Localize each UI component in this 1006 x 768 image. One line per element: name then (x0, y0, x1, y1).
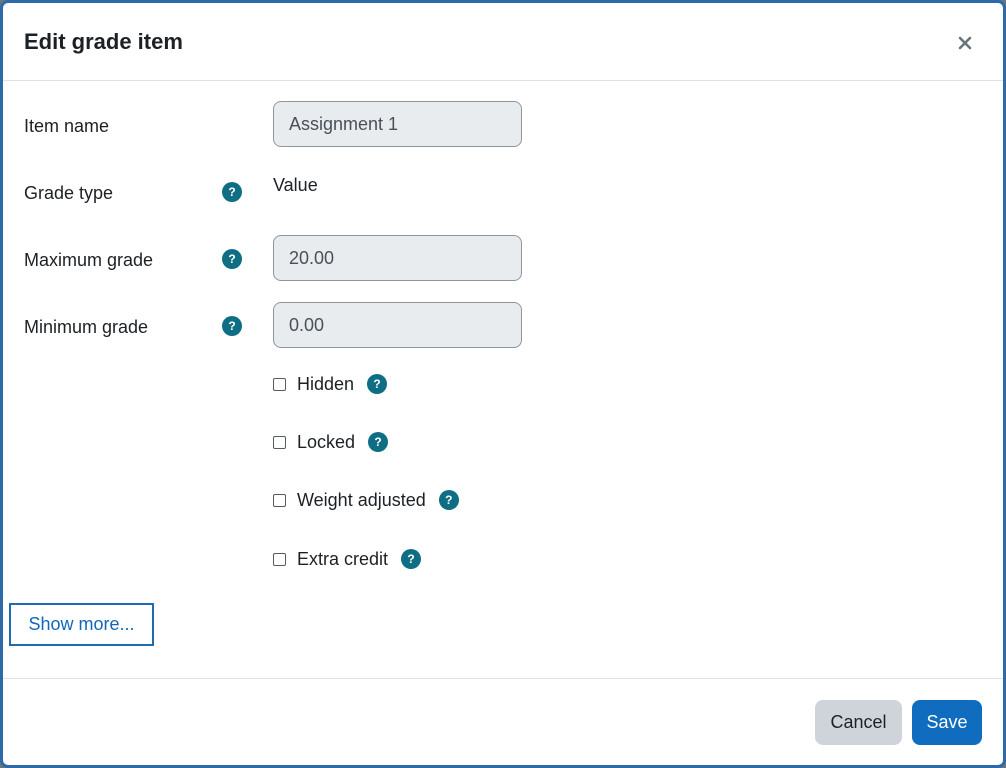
grade-type-value: Value (273, 175, 318, 195)
item-name-field[interactable] (273, 101, 522, 147)
cancel-button[interactable]: Cancel (815, 700, 902, 745)
maximum-grade-field[interactable] (273, 235, 522, 281)
maximum-grade-help-icon[interactable]: ? (222, 249, 242, 269)
save-button[interactable]: Save (912, 700, 982, 745)
maximum-grade-label: Maximum grade (24, 250, 154, 270)
weight-adjusted-help-icon[interactable]: ? (438, 490, 459, 510)
minimum-grade-help-icon[interactable]: ? (222, 316, 242, 336)
hidden-checkbox-row: Hidden ? (273, 372, 388, 396)
close-icon (953, 31, 977, 55)
locked-checkbox-row: Locked ? (273, 430, 389, 454)
weight-adjusted-checkbox-row: Weight adjusted ? (273, 488, 459, 512)
grade-type-label: Grade type (24, 183, 114, 203)
extra-credit-checkbox[interactable] (273, 552, 286, 566)
grade-type-help-icon[interactable]: ? (222, 182, 242, 202)
dialog-header: Edit grade item (3, 3, 1003, 81)
locked-checkbox[interactable] (273, 435, 286, 449)
hidden-checkbox-label[interactable]: Hidden (297, 374, 354, 395)
locked-checkbox-label[interactable]: Locked (297, 432, 355, 453)
close-button[interactable] (953, 31, 977, 55)
edit-grade-item-dialog: Edit grade item Item name Grade type ? V… (0, 0, 1006, 768)
extra-credit-checkbox-label[interactable]: Extra credit (297, 549, 388, 570)
extra-credit-help-icon[interactable]: ? (401, 549, 422, 569)
dialog-title: Edit grade item (24, 29, 183, 54)
minimum-grade-label: Minimum grade (24, 317, 149, 337)
minimum-grade-field[interactable] (273, 302, 522, 348)
extra-credit-checkbox-row: Extra credit ? (273, 547, 422, 571)
weight-adjusted-checkbox[interactable] (273, 493, 286, 507)
dialog-footer: Cancel Save (3, 678, 1003, 765)
hidden-checkbox[interactable] (273, 377, 286, 391)
show-more-link[interactable]: Show more... (9, 603, 154, 646)
weight-adjusted-checkbox-label[interactable]: Weight adjusted (297, 490, 426, 511)
item-name-label: Item name (24, 116, 110, 136)
locked-help-icon[interactable]: ? (368, 432, 389, 452)
hidden-help-icon[interactable]: ? (367, 374, 388, 394)
